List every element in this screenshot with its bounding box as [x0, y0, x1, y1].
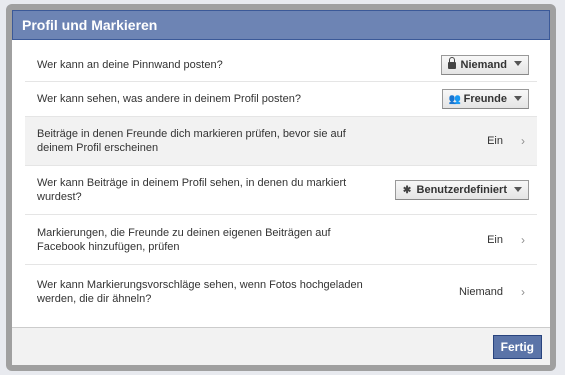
dialog-footer: Fertig [12, 327, 550, 365]
done-button[interactable]: Fertig [492, 335, 542, 359]
setting-label: Wer kann sehen, was andere in deinem Pro… [37, 93, 301, 105]
audience-dropdown-tagged-posts[interactable]: ✱ Benutzerdefiniert [394, 180, 529, 200]
chevron-right-icon: › [521, 284, 525, 299]
lock-icon [447, 57, 456, 70]
gear-icon: ✱ [402, 185, 412, 196]
audience-dropdown-view-others-posts[interactable]: 👥 Freunde [441, 89, 529, 109]
friends-icon: 👥 [448, 94, 462, 105]
dialog-body: Profil und Markieren Wer kann an deine P… [12, 10, 550, 365]
chevron-right-icon: › [521, 232, 525, 247]
caret-down-icon [514, 95, 522, 101]
privacy-dialog: Profil und Markieren Wer kann an deine P… [6, 4, 556, 371]
setting-row-tag-suggestions[interactable]: Wer kann Markierungsvorschläge sehen, we… [25, 265, 537, 318]
dropdown-value: Benutzerdefiniert [416, 184, 507, 196]
setting-label: Wer kann Beiträge in deinem Profil sehen… [37, 177, 347, 203]
setting-row-tag-review[interactable]: Markierungen, die Freunde zu deinen eige… [25, 215, 537, 265]
setting-row-timeline-review[interactable]: Beiträge in denen Freunde dich markieren… [25, 117, 537, 166]
caret-down-icon [514, 186, 522, 192]
setting-label: Wer kann Markierungsvorschläge sehen, we… [37, 278, 363, 305]
setting-value: Niemand [458, 285, 503, 298]
setting-label: Markierungen, die Freunde zu deinen eige… [37, 226, 331, 253]
dropdown-value: Freunde [463, 93, 507, 105]
audience-dropdown-wall-posting[interactable]: Niemand [440, 54, 529, 75]
chevron-right-icon: › [521, 134, 525, 148]
setting-label: Wer kann an deine Pinnwand posten? [37, 58, 223, 71]
setting-row-view-others-posts: Wer kann sehen, was andere in deinem Pro… [25, 82, 537, 117]
setting-row-wall-posting: Wer kann an deine Pinnwand posten? Niema… [25, 48, 537, 82]
setting-label: Beiträge in denen Freunde dich markieren… [37, 128, 346, 154]
setting-value: Ein [487, 135, 503, 147]
settings-list: Wer kann an deine Pinnwand posten? Niema… [12, 40, 550, 328]
dialog-title: Profil und Markieren [12, 10, 550, 40]
setting-value: Ein [487, 233, 503, 246]
dropdown-value: Niemand [460, 58, 507, 71]
setting-row-tagged-posts-visibility: Wer kann Beiträge in deinem Profil sehen… [25, 166, 537, 215]
caret-down-icon [514, 61, 522, 67]
